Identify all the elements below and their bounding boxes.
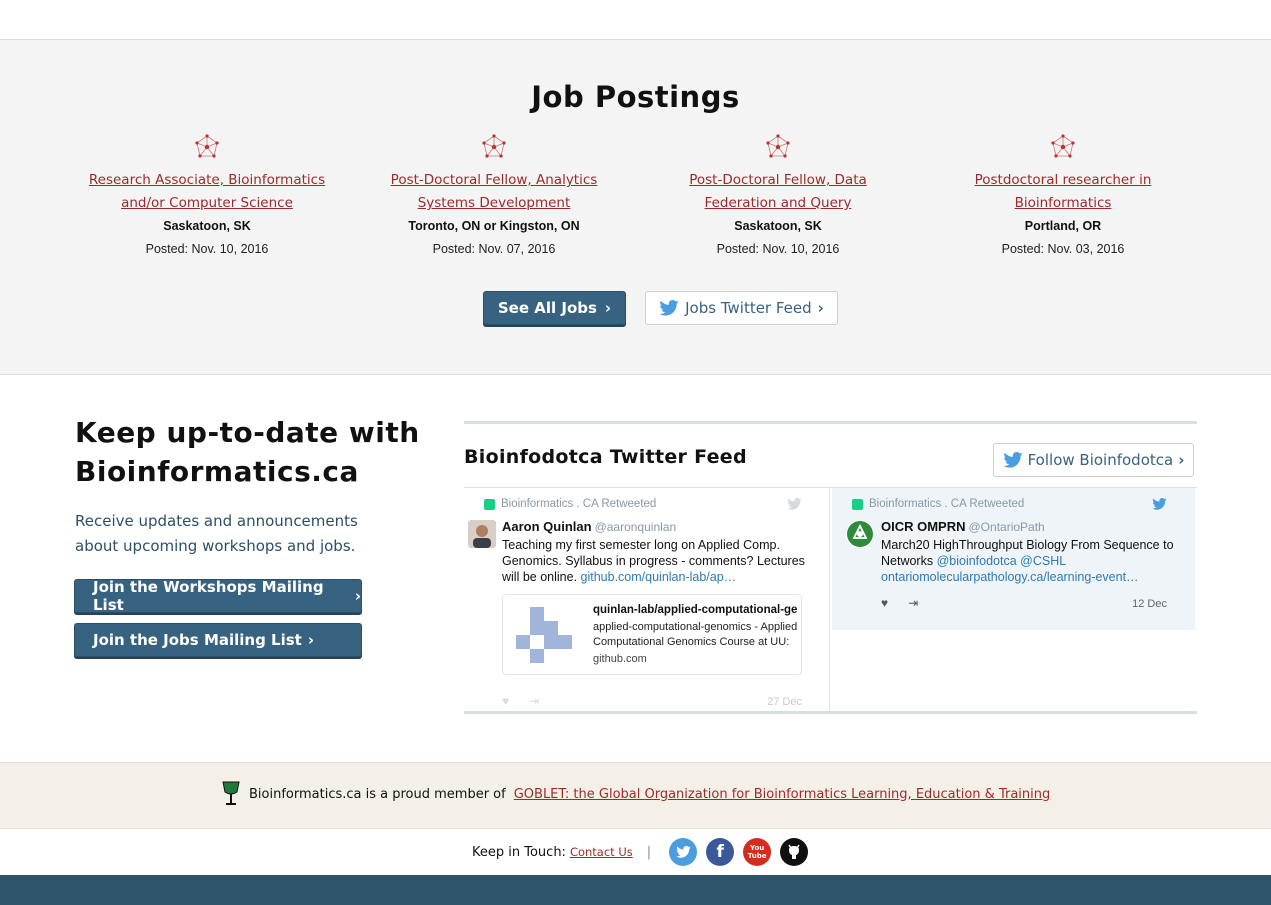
retweet-icon bbox=[852, 498, 863, 510]
see-all-jobs-button[interactable]: See All Jobs › bbox=[483, 291, 626, 325]
chevron-right-icon: › bbox=[307, 631, 315, 649]
twitter-icon[interactable] bbox=[669, 838, 698, 866]
tweet-date[interactable]: 27 Dec bbox=[767, 696, 802, 708]
join-jobs-label: Join the Jobs Mailing List bbox=[93, 631, 302, 649]
tweet-card[interactable]: Bioinformatics . CA Retweeted Aaron Quin… bbox=[464, 488, 830, 708]
join-workshops-mailing-list-button[interactable]: Join the Workshops Mailing List › bbox=[74, 578, 362, 614]
tweet-date[interactable]: 12 Dec bbox=[1132, 598, 1167, 610]
youtube-icon[interactable]: You Tube bbox=[743, 838, 772, 866]
molecule-icon bbox=[482, 134, 506, 158]
goblet-membership: Bioinformatics.ca is a proud member of G… bbox=[221, 780, 1050, 808]
tweet-author[interactable]: OICR OMPRN @OntarioPath bbox=[881, 519, 1045, 534]
github-icon[interactable] bbox=[780, 838, 809, 866]
link-preview-card[interactable]: quinlan-lab/applied-computational-ge... … bbox=[502, 594, 802, 675]
twitter-feed-widget: Bioinfodotca Twitter Feed Follow Bioinfo… bbox=[464, 421, 1197, 714]
job-title-link[interactable]: Research Associate, Bioinformatics and/or… bbox=[72, 169, 342, 215]
job-item: Postdoctoral researcher in Bioinformatics… bbox=[928, 133, 1198, 261]
keep-in-touch-label: Keep in Touch: bbox=[472, 844, 566, 860]
separator: | bbox=[646, 844, 652, 860]
retweet-icon bbox=[484, 498, 495, 510]
see-all-jobs-label: See All Jobs bbox=[497, 299, 597, 317]
tweet-column: Bioinformatics . CA Retweeted OICR OMPRN… bbox=[831, 488, 1197, 712]
chevron-right-icon: › bbox=[354, 587, 361, 605]
card-description: applied-computational-genomics - Applied… bbox=[593, 621, 798, 648]
follow-bioinfodotca-button[interactable]: Follow Bioinfodotca › bbox=[993, 443, 1194, 477]
chevron-right-icon: › bbox=[817, 299, 824, 317]
molecule-icon bbox=[195, 134, 219, 158]
job-title-link[interactable]: Post-Doctoral Fellow, Data Federation and… bbox=[643, 169, 913, 215]
tweet-link[interactable]: ontariomolecularpathology.ca/learning-ev… bbox=[881, 570, 1139, 584]
job-title-link[interactable]: Post-Doctoral Fellow, Analytics Systems D… bbox=[359, 169, 629, 215]
jobs-twitter-feed-label: Jobs Twitter Feed bbox=[685, 299, 812, 317]
chevron-right-icon: › bbox=[1178, 451, 1185, 469]
twitter-bird-icon bbox=[1002, 452, 1023, 468]
github-card-image bbox=[503, 595, 585, 674]
newsletter-description: Receive updates and announcements about … bbox=[75, 512, 358, 555]
goblet-link[interactable]: GOBLET: the Global Organization for Bioi… bbox=[514, 787, 1051, 802]
jobs-twitter-feed-button[interactable]: Jobs Twitter Feed › bbox=[645, 291, 838, 325]
goblet-membership-bar: Bioinformatics.ca is a proud member of G… bbox=[0, 762, 1271, 829]
tweet-actions: ♥ ⇥ bbox=[502, 694, 539, 708]
twitter-bird-icon[interactable] bbox=[1152, 498, 1167, 510]
job-location: Saskatoon, SK bbox=[734, 219, 822, 233]
molecule-icon bbox=[766, 134, 790, 158]
job-posted-date: Posted: Nov. 10, 2016 bbox=[716, 242, 840, 256]
top-header-strip bbox=[0, 0, 1271, 40]
mention-link[interactable]: @bioinfodotca bbox=[937, 554, 1017, 568]
tweet-author[interactable]: Aaron Quinlan @aaronquinlan bbox=[502, 519, 676, 534]
contact-us-link[interactable]: Contact Us bbox=[570, 845, 633, 859]
tweet-column: Bioinformatics . CA Retweeted Aaron Quin… bbox=[464, 488, 830, 712]
card-domain: github.com bbox=[593, 653, 647, 665]
card-title: quinlan-lab/applied-computational-ge... bbox=[593, 604, 798, 616]
job-title-link[interactable]: Postdoctoral researcher in Bioinformatics bbox=[928, 169, 1198, 215]
twitter-feed-title: Bioinfodotca Twitter Feed bbox=[464, 446, 747, 468]
retweet-indicator: Bioinformatics . CA Retweeted bbox=[484, 498, 656, 510]
chevron-right-icon: › bbox=[604, 299, 612, 317]
join-workshops-label: Join the Workshops Mailing List bbox=[93, 578, 324, 614]
share-icon[interactable]: ⇥ bbox=[908, 596, 918, 610]
heart-icon[interactable]: ♥ bbox=[502, 694, 509, 708]
twitter-bird-icon[interactable] bbox=[787, 498, 802, 510]
mention-link[interactable]: @CSHL bbox=[1020, 554, 1066, 568]
job-postings-section: Job Postings Research Associate, Bioinfo… bbox=[0, 40, 1271, 375]
tweet-body: March20 HighThroughput Biology From Sequ… bbox=[881, 538, 1174, 584]
job-postings-title: Job Postings bbox=[531, 80, 740, 114]
tweet-body: Teaching my first semester long on Appli… bbox=[502, 538, 805, 584]
job-posted-date: Posted: Nov. 10, 2016 bbox=[145, 242, 269, 256]
join-jobs-mailing-list-button[interactable]: Join the Jobs Mailing List › bbox=[74, 623, 362, 657]
goblet-logo-icon bbox=[222, 781, 240, 805]
tweet-actions: ♥ ⇥ bbox=[881, 596, 918, 610]
job-item: Research Associate, Bioinformatics and/or… bbox=[72, 133, 342, 261]
job-location: Saskatoon, SK bbox=[163, 219, 251, 233]
job-item: Post-Doctoral Fellow, Data Federation and… bbox=[643, 133, 913, 261]
twitter-bird-icon bbox=[659, 300, 679, 316]
share-icon[interactable]: ⇥ bbox=[529, 694, 539, 708]
heart-icon[interactable]: ♥ bbox=[881, 596, 888, 610]
footer-bar bbox=[0, 875, 1271, 905]
job-location: Toronto, ON or Kingston, ON bbox=[408, 219, 580, 233]
avatar[interactable] bbox=[846, 520, 874, 548]
job-posted-date: Posted: Nov. 07, 2016 bbox=[432, 242, 556, 256]
tweet-link[interactable]: github.com/quinlan-lab/ap… bbox=[581, 570, 737, 584]
goblet-text: Bioinformatics.ca is a proud member of bbox=[249, 786, 506, 802]
retweet-indicator: Bioinformatics . CA Retweeted bbox=[852, 498, 1024, 510]
tweet-card[interactable]: Bioinformatics . CA Retweeted OICR OMPRN… bbox=[832, 488, 1195, 630]
keep-in-touch-row: Keep in Touch: Contact Us | f You Tube bbox=[472, 838, 817, 866]
job-posted-date: Posted: Nov. 03, 2016 bbox=[1001, 242, 1125, 256]
avatar[interactable] bbox=[468, 520, 496, 548]
molecule-icon bbox=[1051, 134, 1075, 158]
job-item: Post-Doctoral Fellow, Analytics Systems D… bbox=[359, 133, 629, 261]
job-location: Portland, OR bbox=[1024, 219, 1102, 233]
follow-label: Follow Bioinfodotca bbox=[1027, 451, 1174, 469]
facebook-icon[interactable]: f bbox=[706, 838, 735, 866]
newsletter-title: Keep up-to-date with Bioinformatics.ca bbox=[75, 416, 420, 488]
